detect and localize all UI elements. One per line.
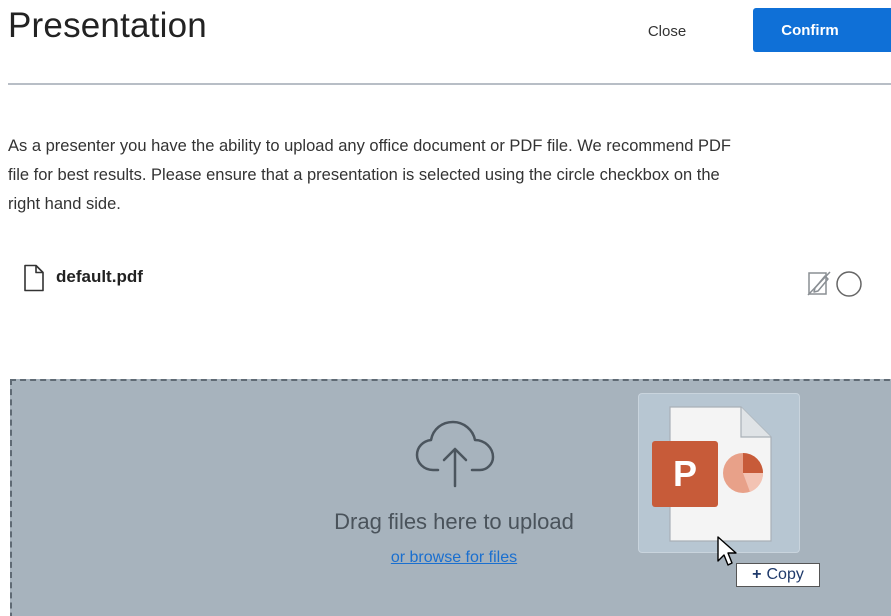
cloud-upload-icon [415,420,495,488]
powerpoint-badge-letter: P [673,453,697,494]
confirm-button[interactable]: Confirm [753,8,891,52]
file-list-item: default.pdf [0,260,891,304]
dragged-file-preview: P [638,393,800,553]
upload-instructions: As a presenter you have the ability to u… [8,132,891,219]
page-title: Presentation [8,6,207,45]
select-presentation-radio[interactable] [835,270,863,298]
edit-disabled-icon[interactable] [806,268,834,298]
plus-icon: + [752,566,762,583]
file-icon [24,264,44,292]
header-divider [8,83,891,85]
file-name: default.pdf [56,267,143,286]
browse-files-link[interactable]: or browse for files [250,549,658,567]
instructions-line: As a presenter you have the ability to u… [8,137,732,155]
powerpoint-file-icon: P [652,406,772,542]
copy-label: Copy [766,566,804,583]
presentation-modal: Presentation Close Confirm As a presente… [0,0,891,616]
close-button[interactable]: Close [624,10,710,52]
instructions-line: file for best results. Please ensure tha… [8,166,720,184]
copy-drop-indicator: + Copy [736,563,820,587]
drag-files-text: Drag files here to upload [334,509,574,534]
instructions-line: right hand side. [8,195,121,213]
